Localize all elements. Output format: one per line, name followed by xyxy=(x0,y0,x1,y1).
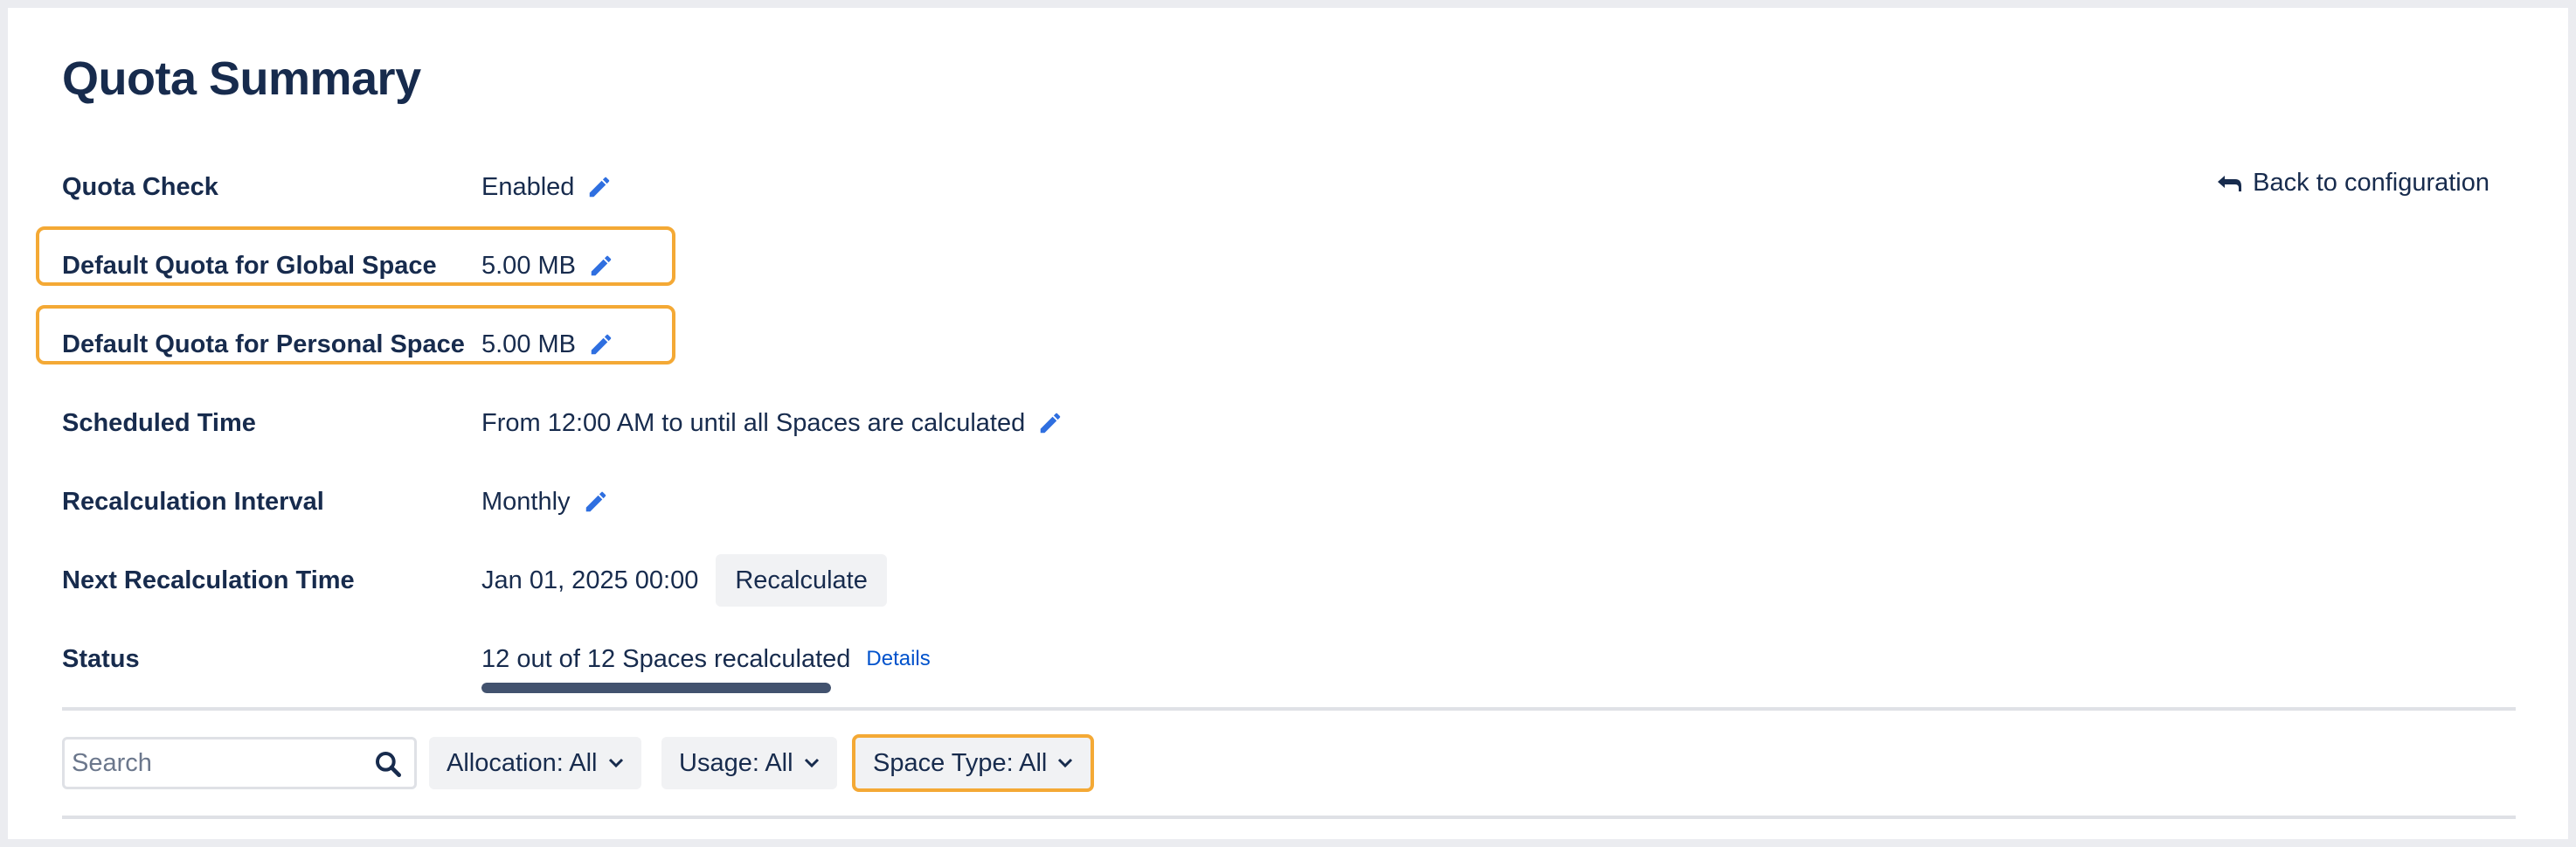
recalculation-interval-label: Recalculation Interval xyxy=(62,488,324,516)
quota-check-value: Enabled xyxy=(481,172,575,201)
search-icon[interactable] xyxy=(374,750,402,778)
next-recalculation-time-label: Next Recalculation Time xyxy=(62,566,355,594)
pencil-icon[interactable] xyxy=(588,331,614,358)
divider xyxy=(62,707,2516,711)
progress-bar-fill xyxy=(481,683,831,693)
status-value: 12 out of 12 Spaces recalculated xyxy=(481,644,851,673)
personal-space-quota-value: 5.00 MB xyxy=(481,330,576,358)
row-scheduled-time: Scheduled Time From 12:00 AM to until al… xyxy=(62,397,1111,449)
chevron-down-icon xyxy=(608,758,623,768)
personal-space-quota-label: Default Quota for Personal Space xyxy=(62,330,465,358)
pencil-icon[interactable] xyxy=(1037,410,1063,436)
search-input[interactable] xyxy=(65,739,344,787)
page-title: Quota Summary xyxy=(62,52,421,105)
back-to-configuration-label: Back to configuration xyxy=(2253,169,2489,197)
row-recalculation-interval: Recalculation Interval Monthly xyxy=(62,476,1111,528)
global-space-quota-label: Default Quota for Global Space xyxy=(62,252,437,280)
scheduled-time-value: From 12:00 AM to until all Spaces are ca… xyxy=(481,408,1026,437)
usage-filter-label: Usage: All xyxy=(679,748,793,777)
recalculate-button[interactable]: Recalculate xyxy=(716,554,887,607)
scheduled-time-label: Scheduled Time xyxy=(62,409,256,437)
recalculation-interval-value: Monthly xyxy=(481,487,571,516)
search-field[interactable] xyxy=(62,737,417,789)
global-space-quota-value: 5.00 MB xyxy=(481,251,576,280)
chevron-down-icon xyxy=(804,758,819,768)
chevron-down-icon xyxy=(1058,758,1073,768)
divider xyxy=(62,816,2516,819)
row-quota-check: Quota Check Enabled xyxy=(62,161,1111,213)
space-type-filter-label: Space Type: All xyxy=(873,748,1048,777)
quota-summary-panel: Quota Summary Back to configuration Quot… xyxy=(8,8,2568,839)
row-status: Status 12 out of 12 Spaces recalculated … xyxy=(62,633,1111,685)
pencil-icon[interactable] xyxy=(588,253,614,279)
back-to-configuration-link[interactable]: Back to configuration xyxy=(2216,169,2489,198)
allocation-filter-label: Allocation: All xyxy=(447,748,598,777)
back-arrow-icon xyxy=(2218,175,2242,191)
space-type-filter-dropdown[interactable]: Space Type: All xyxy=(852,734,1095,792)
row-personal-space-quota: Default Quota for Personal Space 5.00 MB xyxy=(62,318,1111,371)
details-link[interactable]: Details xyxy=(866,647,930,671)
usage-filter-dropdown[interactable]: Usage: All xyxy=(661,737,837,789)
pencil-icon[interactable] xyxy=(583,489,609,515)
row-next-recalculation-time: Next Recalculation Time Jan 01, 2025 00:… xyxy=(62,554,1111,607)
next-recalculation-time-value: Jan 01, 2025 00:00 xyxy=(481,566,699,594)
row-global-space-quota: Default Quota for Global Space 5.00 MB xyxy=(62,240,1111,292)
quota-check-label: Quota Check xyxy=(62,173,218,201)
recalculation-progress-bar xyxy=(481,683,831,693)
pencil-icon[interactable] xyxy=(586,174,613,200)
allocation-filter-dropdown[interactable]: Allocation: All xyxy=(429,737,641,789)
status-label: Status xyxy=(62,645,140,673)
